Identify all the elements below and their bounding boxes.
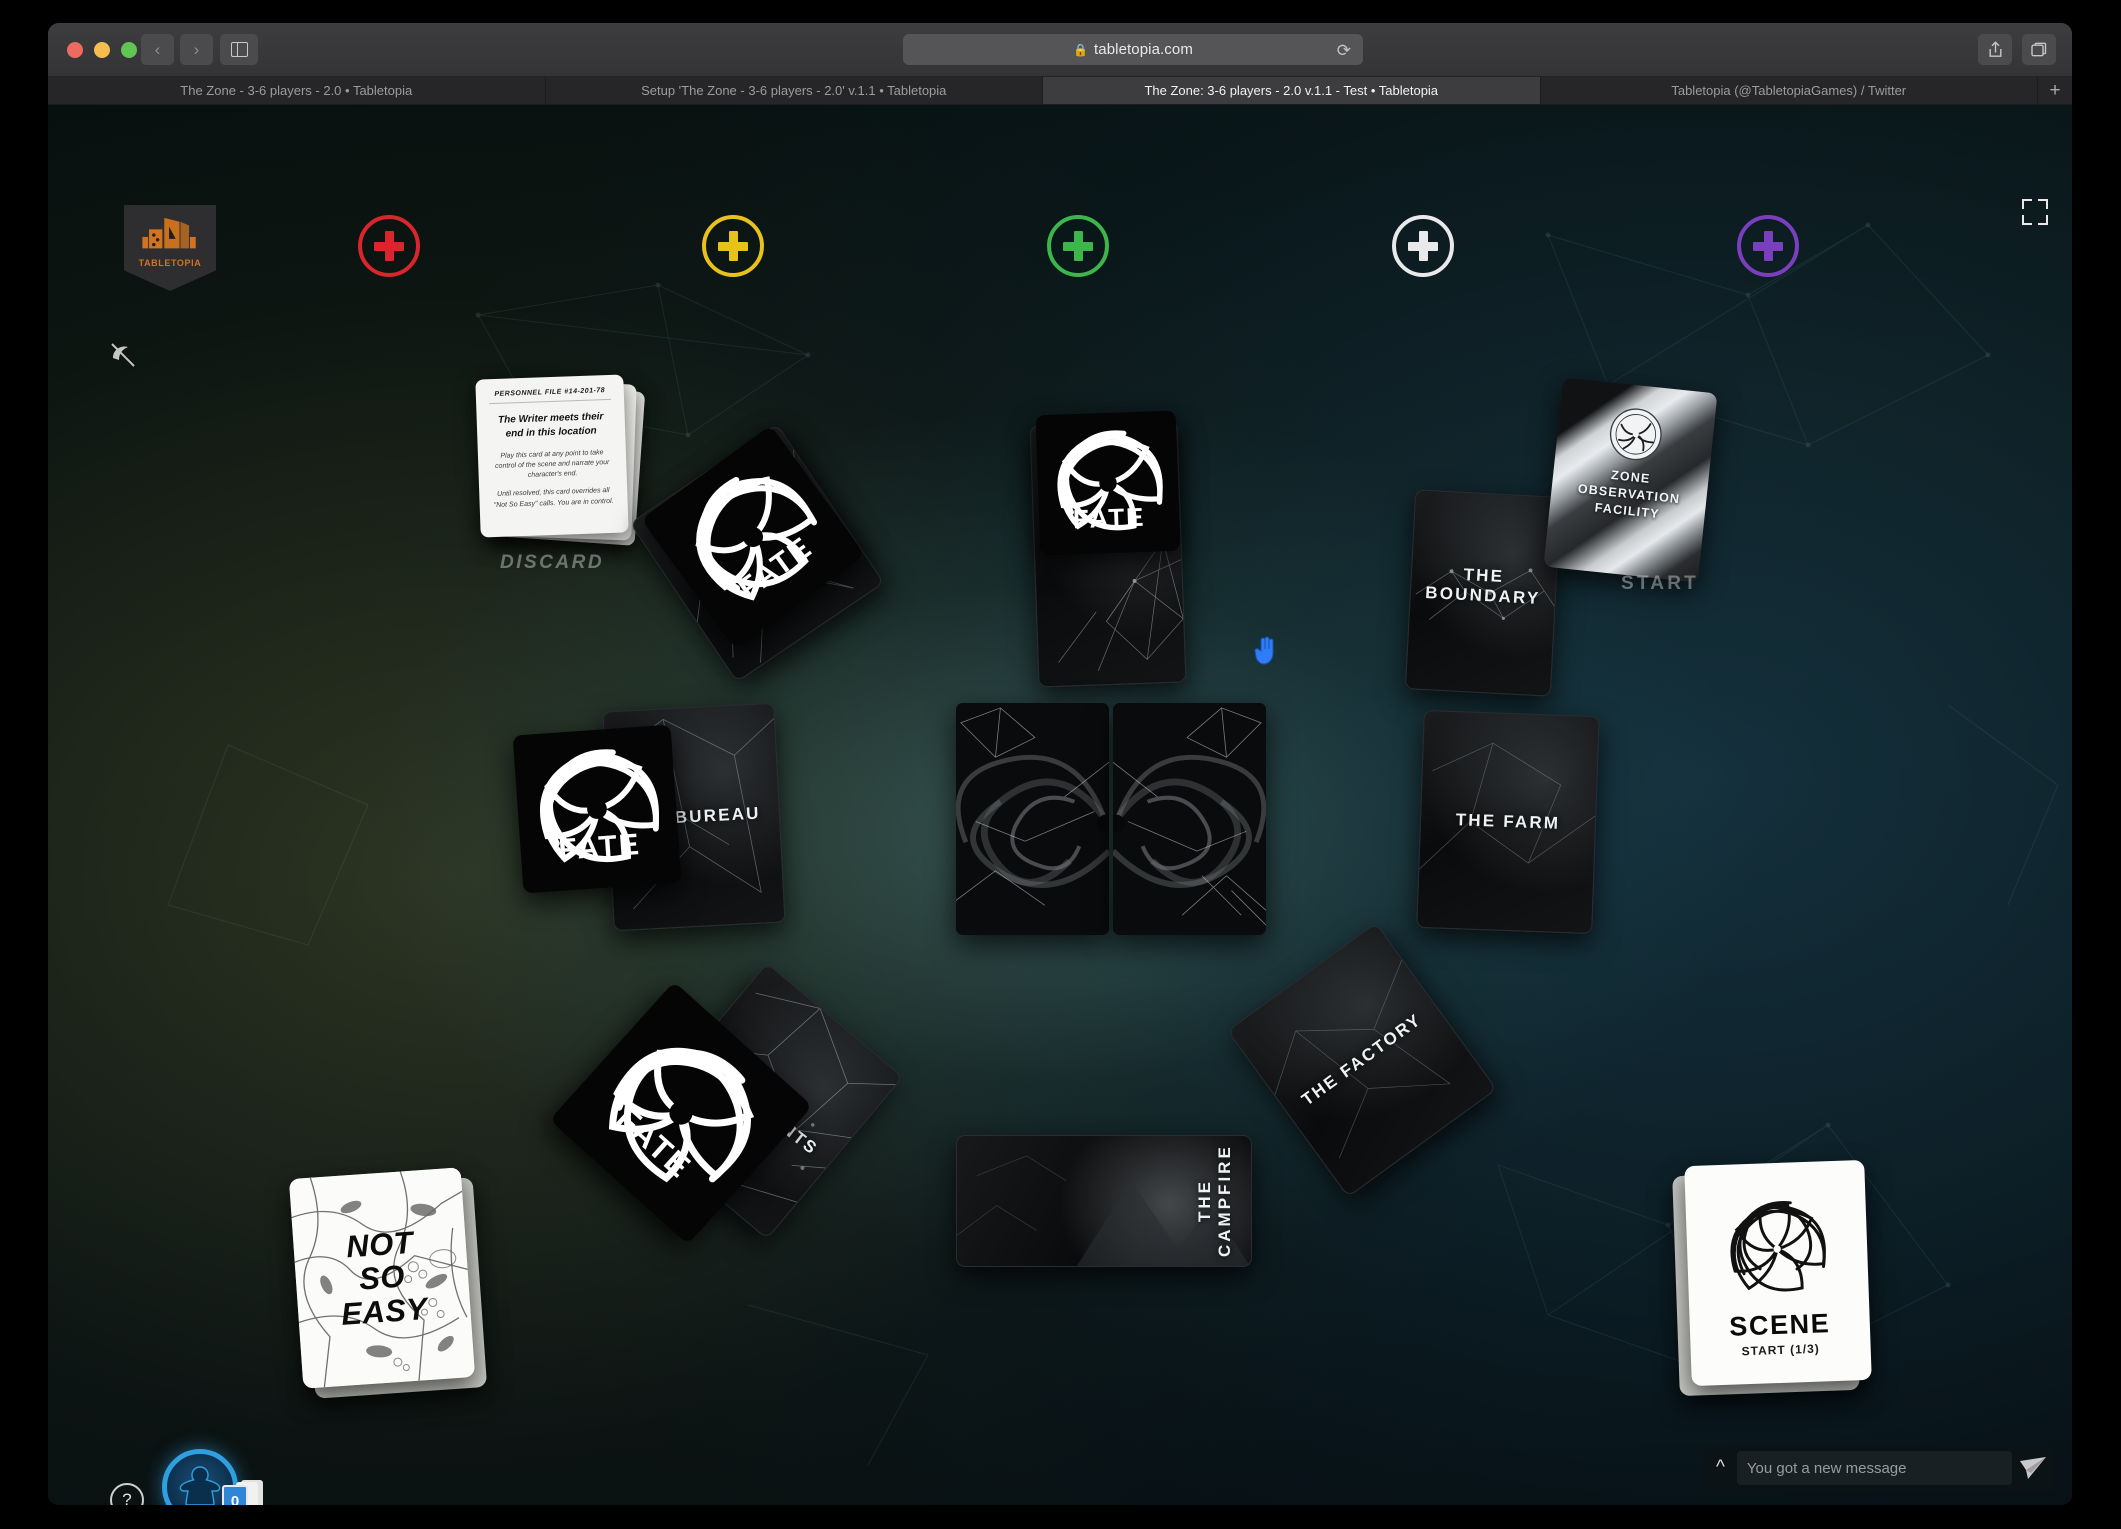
tab-0[interactable]: The Zone - 3-6 players - 2.0 • Tabletopi… xyxy=(48,77,546,104)
vortex-swirl-right xyxy=(1113,703,1266,932)
zone-seal-icon xyxy=(1609,408,1662,461)
fate-spiral-icon xyxy=(512,724,682,894)
location-label: THE CAMPFIRE xyxy=(1195,1144,1234,1258)
tab-1[interactable]: Setup 'The Zone - 3-6 players - 2.0' v.1… xyxy=(545,77,1043,104)
nse-line-3: EASY xyxy=(339,1290,429,1332)
seat-red-add-player[interactable] xyxy=(358,215,420,277)
chevron-up-icon[interactable]: ^ xyxy=(1710,1457,1731,1479)
plus-icon xyxy=(1753,231,1783,261)
personnel-file-body: Play this card at any point to take cont… xyxy=(491,448,615,511)
lock-icon: 🔒 xyxy=(1073,42,1088,57)
start-label: START xyxy=(1621,573,1699,594)
toolbar-right-buttons xyxy=(1978,34,2056,65)
discard-top-card-personnel-file[interactable]: PERSONNEL FILE #14-201-78 The Writer mee… xyxy=(475,374,629,538)
game-table-canvas[interactable]: TABLETOPIA PERSONNEL FILE #14-201-78 The… xyxy=(48,105,2072,1505)
scene-spiral-icon xyxy=(1730,1200,1826,1291)
reload-icon[interactable]: ⟳ xyxy=(1337,41,1351,61)
personnel-file-title: The Writer meets their end in this locat… xyxy=(497,411,604,440)
address-bar[interactable]: 🔒 tabletopia.com ⟳ xyxy=(903,34,1363,65)
camera-lock-icon[interactable] xyxy=(108,340,138,370)
seat-green-add-player[interactable] xyxy=(1047,215,1109,277)
navigation-buttons: ‹ › xyxy=(141,34,213,65)
plus-icon xyxy=(718,231,748,261)
browser-toolbar: ‹ › 🔒 tabletopia.com ⟳ xyxy=(48,23,2072,77)
fate-card-caverns[interactable]: FATE xyxy=(1035,410,1181,556)
tabletopia-logo-wordmark: TABLETOPIA xyxy=(138,258,202,268)
zone-title-line-2: OBSERVATION xyxy=(1577,481,1681,507)
zone-card-title: ZONE OBSERVATION FACILITY xyxy=(1575,464,1683,525)
maximize-window-button[interactable] xyxy=(121,42,137,58)
fate-label: FATE xyxy=(1072,501,1146,534)
seat-purple-add-player[interactable] xyxy=(1737,215,1799,277)
chat-bar[interactable]: ^ xyxy=(1704,1445,2054,1491)
location-the-farm[interactable]: THE FARM xyxy=(1416,709,1600,935)
nse-line-1: NOT xyxy=(345,1224,415,1265)
browser-window: ‹ › 🔒 tabletopia.com ⟳ The Zone - 3-6 pl… xyxy=(48,23,2072,1505)
zone-title-line-1: ZONE xyxy=(1610,467,1652,487)
location-label: THE FARM xyxy=(1455,810,1561,833)
sidebar-toggle-icon[interactable] xyxy=(220,34,258,65)
forward-icon[interactable]: › xyxy=(180,34,213,65)
tab-2-active[interactable]: The Zone: 3-6 players - 2.0 v.1.1 - Test… xyxy=(1043,77,1541,104)
personnel-file-body-2: Until resolved, this card overrides all … xyxy=(493,487,614,509)
scene-subtitle: START (1/3) xyxy=(1741,1341,1820,1358)
share-icon[interactable] xyxy=(1978,34,2012,65)
fate-label: FATE xyxy=(557,828,642,867)
meeple-avatar-icon xyxy=(179,1466,221,1505)
vortex-board[interactable] xyxy=(956,703,1266,935)
seat-white-add-player[interactable] xyxy=(1392,215,1454,277)
mouse-cursor-hand-icon xyxy=(1253,635,1279,665)
tabletopia-building-icon xyxy=(142,217,196,249)
vortex-swirl-left xyxy=(956,703,1109,932)
vortex-art-right[interactable] xyxy=(1113,703,1266,935)
discard-label: DISCARD xyxy=(500,552,605,573)
location-label: THE BOUNDARY xyxy=(1424,564,1541,608)
back-icon[interactable]: ‹ xyxy=(141,34,174,65)
send-paper-plane-icon[interactable] xyxy=(2018,1455,2048,1481)
new-tab-button[interactable]: + xyxy=(2038,77,2072,104)
tabs-overview-icon[interactable] xyxy=(2022,34,2056,65)
fate-card-bureau[interactable]: FATE xyxy=(512,724,682,894)
not-so-easy-title: NOT SO EASY xyxy=(335,1224,429,1332)
location-the-boundary[interactable]: THE BOUNDARY xyxy=(1404,489,1562,697)
plus-icon xyxy=(374,231,404,261)
plus-icon xyxy=(1063,231,1093,261)
location-the-factory[interactable]: THE FACTORY xyxy=(1227,922,1497,1198)
seat-yellow-add-player[interactable] xyxy=(702,215,764,277)
fate-spiral-icon xyxy=(1035,410,1181,556)
help-button[interactable]: ? xyxy=(110,1483,144,1505)
vortex-art-left[interactable] xyxy=(956,703,1109,935)
fullscreen-icon[interactable] xyxy=(2022,199,2048,225)
scene-top-card[interactable]: SCENE START (1/3) xyxy=(1684,1159,1872,1387)
tabletopia-logo-icon[interactable]: TABLETOPIA xyxy=(124,205,216,291)
zone-observation-facility-card[interactable]: ZONE OBSERVATION FACILITY xyxy=(1543,377,1718,583)
paper-plane-glyph xyxy=(2020,1457,2046,1479)
window-traffic-lights xyxy=(67,42,137,58)
close-window-button[interactable] xyxy=(67,42,83,58)
personnel-file-header: PERSONNEL FILE #14-201-78 xyxy=(488,386,612,405)
tab-bar: The Zone - 3-6 players - 2.0 • Tabletopi… xyxy=(48,77,2072,105)
tab-3[interactable]: Tabletopia (@TabletopiaGames) / Twitter xyxy=(1540,77,2038,104)
chat-input[interactable] xyxy=(1736,1451,2012,1485)
plus-icon xyxy=(1408,231,1438,261)
player-avatar-block[interactable]: 0 Raph.damico xyxy=(162,1449,263,1505)
not-so-easy-top-card[interactable]: NOT SO EASY xyxy=(288,1167,476,1389)
location-the-campfire[interactable]: THE CAMPFIRE xyxy=(956,1135,1252,1267)
hand-count-value: 0 xyxy=(222,1485,248,1505)
minimize-window-button[interactable] xyxy=(94,42,110,58)
personnel-file-body-1: Play this card at any point to take cont… xyxy=(495,449,610,480)
scene-title: SCENE xyxy=(1728,1307,1831,1342)
url-text: tabletopia.com xyxy=(1093,41,1193,58)
hand-card-count-badge[interactable]: 0 xyxy=(222,1480,263,1505)
